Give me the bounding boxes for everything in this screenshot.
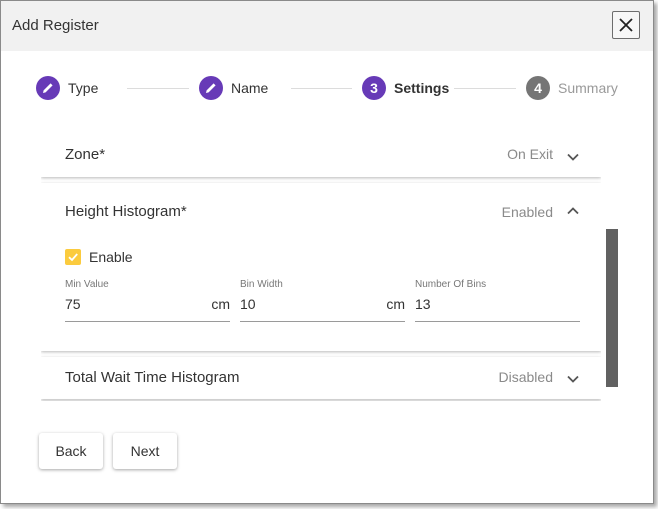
step-type-label: Type (68, 80, 99, 96)
step-settings-marker: 3 (362, 76, 386, 100)
pencil-icon (206, 83, 216, 93)
step-connector (454, 88, 516, 89)
bin-width-input[interactable]: 10 (240, 296, 256, 312)
chevron-up-icon[interactable] (566, 204, 580, 218)
panel-zone[interactable]: Zone* On Exit (41, 128, 601, 177)
bin-width-label: Bin Width (240, 279, 283, 290)
checkmark-icon (68, 253, 78, 262)
scrollbar-thumb[interactable] (606, 229, 618, 387)
step-type[interactable]: Type (36, 76, 98, 100)
panel-height-histogram-title: Height Histogram* (65, 203, 187, 220)
step-summary-label: Summary (558, 80, 618, 96)
bin-width-field[interactable]: Bin Width 10 cm (240, 279, 405, 322)
step-name[interactable]: Name (199, 76, 268, 100)
step-connector (291, 88, 352, 89)
step-settings-label: Settings (394, 80, 450, 96)
close-icon (619, 18, 633, 32)
min-value-label: Min Value (65, 279, 109, 290)
chevron-down-icon[interactable] (566, 372, 580, 386)
stepper: Type Name 3 Settings 4 Summary (1, 51, 653, 126)
step-type-marker (36, 76, 60, 100)
close-button[interactable] (612, 11, 640, 39)
chevron-down-icon[interactable] (566, 150, 580, 164)
next-button[interactable]: Next (113, 433, 177, 469)
step-summary[interactable]: 4 Summary (526, 76, 618, 100)
min-value-unit: cm (211, 296, 230, 312)
enable-checkbox[interactable] (65, 249, 81, 265)
min-value-input[interactable]: 75 (65, 296, 81, 312)
bin-width-unit: cm (386, 296, 405, 312)
step-name-marker (199, 76, 223, 100)
min-value-field[interactable]: Min Value 75 cm (65, 279, 230, 322)
panel-total-wait-time-status: Disabled (498, 369, 553, 385)
panel-height-histogram: Height Histogram* Enabled Enable Min Val… (41, 183, 601, 351)
back-button[interactable]: Back (39, 433, 103, 469)
panel-zone-title: Zone* (65, 146, 106, 163)
add-register-dialog: Add Register Type Name 3 Settings 4 Summ… (0, 0, 654, 504)
number-of-bins-field[interactable]: Number Of Bins 13 (415, 279, 580, 322)
pencil-icon (43, 83, 53, 93)
panel-next-edge (41, 401, 601, 411)
step-name-label: Name (231, 80, 269, 96)
enable-checkbox-label: Enable (89, 249, 133, 265)
panel-total-wait-time[interactable]: Total Wait Time Histogram Disabled (41, 357, 601, 399)
number-of-bins-label: Number Of Bins (415, 279, 487, 290)
step-summary-marker: 4 (526, 76, 550, 100)
dialog-title: Add Register (12, 17, 99, 34)
number-of-bins-input[interactable]: 13 (415, 296, 431, 312)
panel-zone-status: On Exit (507, 146, 553, 162)
panel-total-wait-time-title: Total Wait Time Histogram (65, 369, 240, 386)
dialog-titlebar: Add Register (1, 1, 653, 51)
settings-panels: Zone* On Exit Height Histogram* Enabled … (41, 128, 601, 411)
step-settings[interactable]: 3 Settings (362, 76, 449, 100)
panel-height-histogram-status: Enabled (501, 204, 553, 220)
step-connector (127, 88, 189, 89)
